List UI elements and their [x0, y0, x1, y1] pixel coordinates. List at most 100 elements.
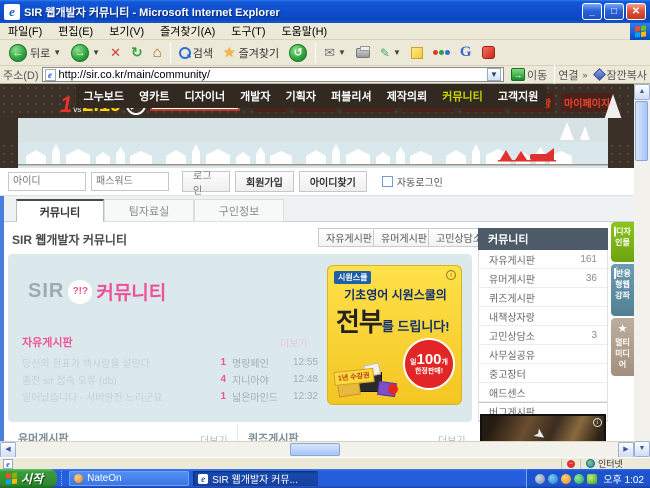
google-toolbar-button[interactable]: G: [455, 42, 477, 64]
scroll-down-button[interactable]: ▼: [634, 441, 650, 457]
sidebar-item-free-board[interactable]: 자유게시판161: [479, 250, 607, 269]
quick-free-board-button[interactable]: 자유게시판: [318, 228, 380, 247]
free-board-title[interactable]: 자유게시판: [22, 334, 73, 350]
menu-tools[interactable]: 도구(T): [223, 23, 273, 39]
humor-board-section-title[interactable]: 유머게시판: [18, 430, 69, 441]
menu-file[interactable]: 파일(F): [0, 23, 50, 39]
snapcopy-label[interactable]: 잠깐복사: [607, 67, 647, 83]
nav-community-active[interactable]: 커뮤니티: [442, 88, 482, 104]
home-button[interactable]: ⌂: [148, 42, 167, 64]
note-addon-button[interactable]: [406, 42, 428, 64]
tray-icon-4[interactable]: [574, 474, 584, 484]
post-row[interactable]: 일어났습니다 - 서버완전 느리군요 1 넓은마인드 12:32: [22, 388, 318, 405]
sidebar-item-humor-board[interactable]: 유머게시판36: [479, 269, 607, 288]
go-button[interactable]: → 이동: [507, 67, 551, 83]
nav-developer[interactable]: 개발자: [240, 88, 270, 104]
refresh-button[interactable]: ↻: [126, 42, 148, 64]
menu-favorites[interactable]: 즐겨찾기(A): [152, 23, 223, 39]
sidebar-item-adsense[interactable]: 애드센스: [479, 383, 607, 402]
edge-badge-design-mall[interactable]: 디자인몰: [611, 222, 634, 262]
sidebar-item-office-share[interactable]: 사무실공유: [479, 345, 607, 364]
nav-publisher[interactable]: 퍼블리셔: [331, 88, 371, 104]
post-title[interactable]: 일어났습니다 - 서버완전 느리군요: [22, 389, 212, 404]
nav-request[interactable]: 제작의뢰: [387, 88, 427, 104]
search-button[interactable]: 검색: [174, 42, 218, 64]
edit-button[interactable]: ✎ ▼: [375, 42, 406, 64]
horizontal-scroll-thumb[interactable]: [290, 443, 340, 456]
edit-dropdown-icon[interactable]: ▼: [393, 48, 401, 57]
sidebar-ad-thumbnail[interactable]: i ➤: [480, 414, 606, 441]
task-ie-active[interactable]: e SIR 웹개발자 커뮤...: [193, 471, 318, 486]
join-button[interactable]: 회원가입: [235, 171, 294, 192]
nav-gnuboard[interactable]: 그누보드: [84, 88, 124, 104]
back-dropdown-icon[interactable]: ▼: [53, 48, 61, 57]
scroll-left-button[interactable]: ◀: [0, 442, 16, 458]
address-input[interactable]: [59, 69, 487, 81]
horizontal-scrollbar[interactable]: ◀ ▶: [0, 441, 634, 457]
tab-team-resources[interactable]: 팀자료실: [104, 199, 194, 222]
menu-help[interactable]: 도움말(H): [274, 23, 336, 39]
edge-badge-responsive-course[interactable]: 반응형웹 강좌: [611, 264, 634, 316]
stop-button[interactable]: ✕: [105, 42, 126, 64]
mail-dropdown-icon[interactable]: ▼: [338, 48, 346, 57]
password-input[interactable]: [91, 172, 169, 191]
address-dropdown-icon[interactable]: ▼: [487, 68, 501, 81]
sidebar-item-my-desk[interactable]: 내책상자랑: [479, 307, 607, 326]
free-board-more-link[interactable]: 더보기: [280, 335, 308, 350]
tab-community[interactable]: 커뮤니티: [16, 199, 104, 222]
minimize-button[interactable]: _: [582, 3, 602, 20]
user-id-input[interactable]: [8, 172, 86, 191]
vertical-scroll-thumb[interactable]: [635, 101, 648, 161]
auto-login-checkbox[interactable]: [382, 176, 393, 187]
sidebar-item-quiz-board[interactable]: 퀴즈게시판: [479, 288, 607, 307]
post-row[interactable]: 당신의 한표가 백사람을 살린다 1 명랑페인 12:55: [22, 354, 318, 371]
post-title[interactable]: 좀전 sir 접속 오류 (db): [22, 372, 212, 387]
tray-icon-5[interactable]: [587, 474, 597, 484]
thumbnail-info-icon[interactable]: i: [593, 418, 602, 427]
ad-info-icon[interactable]: i: [446, 270, 456, 280]
mail-button[interactable]: ✉ ▼: [319, 42, 351, 64]
nav-planner[interactable]: 기획자: [286, 88, 316, 104]
history-button[interactable]: ↺: [284, 42, 312, 64]
red-addon-button[interactable]: [477, 42, 500, 64]
address-field[interactable]: e ▼: [42, 67, 504, 82]
humor-board-more-link[interactable]: 더보기: [200, 432, 228, 441]
vertical-scrollbar[interactable]: ▲ ▼: [634, 84, 650, 457]
quick-humor-board-button[interactable]: 유머게시판: [373, 228, 435, 247]
start-button[interactable]: 시작: [0, 469, 57, 488]
links-label[interactable]: 연결: [558, 67, 578, 83]
scroll-right-button[interactable]: ▶: [618, 442, 634, 458]
scroll-up-button[interactable]: ▲: [634, 84, 650, 100]
tray-icon-2[interactable]: [548, 474, 558, 484]
close-button[interactable]: ✕: [626, 3, 646, 20]
color-addon-button[interactable]: [428, 42, 455, 64]
nav-designer[interactable]: 디자이너: [185, 88, 225, 104]
sidebar-item-used-market[interactable]: 중고장터: [479, 364, 607, 383]
quiz-board-section-title[interactable]: 퀴즈게시판: [248, 430, 299, 441]
tray-icon-1[interactable]: [535, 474, 545, 484]
find-id-button[interactable]: 아이디찾기: [299, 171, 367, 192]
task-nateon[interactable]: NateOn: [69, 471, 189, 486]
nav-youngcart[interactable]: 영카트: [139, 88, 169, 104]
maximize-button[interactable]: □: [604, 3, 624, 20]
ad-banner[interactable]: 시원스쿨 i 기초영어 시원스쿨의 전부 를 드립니다! 일100개 한정판매!…: [327, 265, 462, 405]
tab-job-info[interactable]: 구인정보: [194, 199, 284, 222]
links-chevron-icon[interactable]: »: [583, 70, 588, 80]
post-author: 넓은마인드: [226, 389, 282, 404]
quiz-board-more-link[interactable]: 더보기: [438, 432, 466, 441]
nav-support[interactable]: 고객지원: [498, 88, 538, 104]
forward-button[interactable]: → ▼: [66, 42, 105, 64]
forward-dropdown-icon[interactable]: ▼: [92, 48, 100, 57]
edge-badge-multimedia[interactable]: ★ 멀티 미디어: [611, 318, 634, 376]
menu-edit[interactable]: 편집(E): [50, 23, 101, 39]
back-button[interactable]: ← 뒤로 ▼: [4, 42, 66, 64]
menu-view[interactable]: 보기(V): [101, 23, 152, 39]
post-title[interactable]: 당신의 한표가 백사람을 살린다: [22, 355, 212, 370]
print-button[interactable]: [351, 42, 375, 64]
login-button[interactable]: 로그인: [182, 171, 230, 192]
post-row[interactable]: 좀전 sir 접속 오류 (db) 4 지니아야 12:48: [22, 371, 318, 388]
sidebar-item-counsel[interactable]: 고민상담소3: [479, 326, 607, 345]
tray-icon-3[interactable]: [561, 474, 571, 484]
sticky-note-icon: [411, 47, 423, 59]
favorites-button[interactable]: ★ 즐겨찾기: [218, 42, 284, 64]
